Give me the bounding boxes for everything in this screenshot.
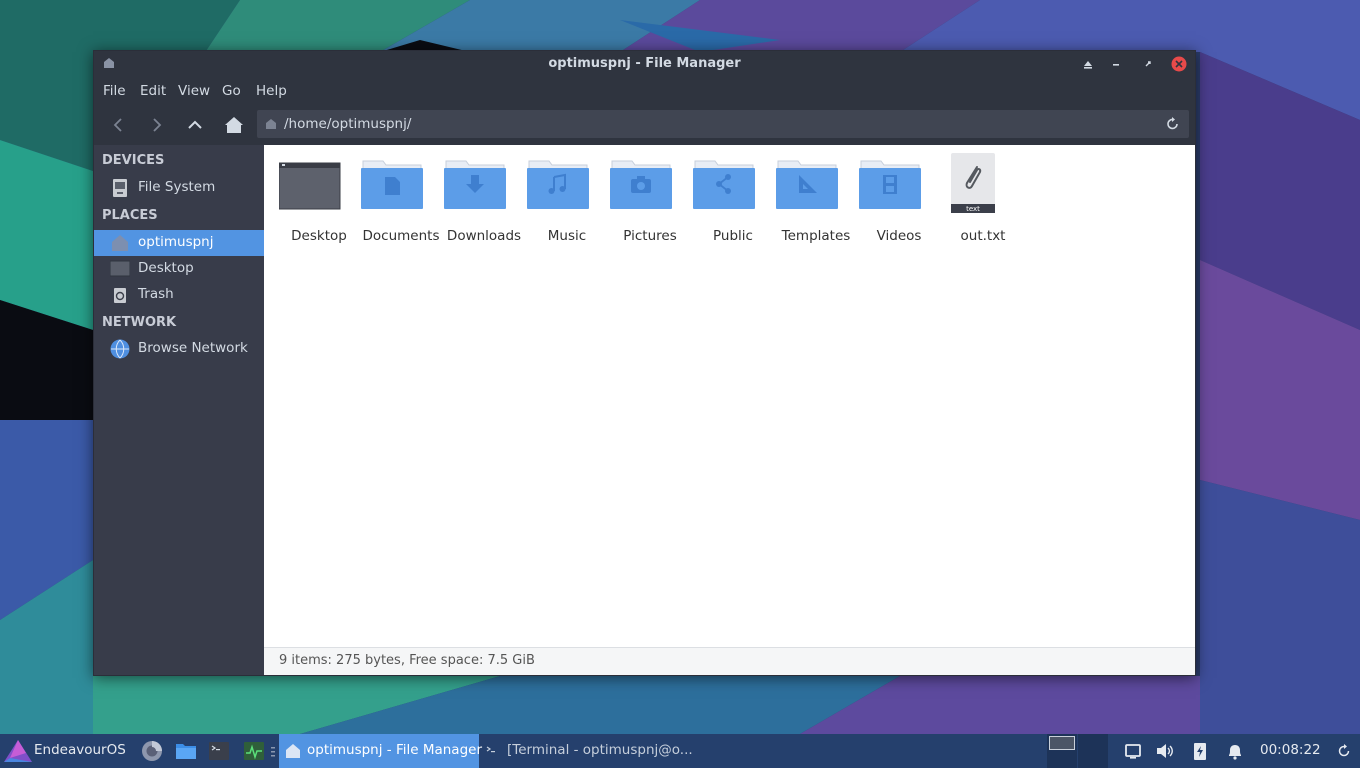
desktop: optimuspnj - File Manager File Edit View…: [0, 0, 1360, 768]
desktop-folder-icon: [279, 162, 341, 210]
file-badge: text: [966, 205, 980, 213]
menu-file[interactable]: File: [103, 83, 126, 99]
home-button[interactable]: [222, 114, 246, 136]
file-item-out-txt[interactable]: text out.txt: [943, 153, 1023, 244]
workspace-window-thumbnail: [1049, 736, 1075, 750]
sidebar: DEVICES File System PLACES optimuspnj De…: [94, 145, 264, 675]
task-terminal[interactable]: [Terminal - optimuspnj@o...: [479, 734, 693, 768]
location-bar[interactable]: /home/optimuspnj/: [257, 110, 1189, 138]
templates-folder-icon: [776, 160, 838, 209]
terminal-icon[interactable]: [208, 740, 230, 762]
text-file-icon: text: [951, 153, 995, 213]
file-item-public[interactable]: Public: [693, 153, 773, 244]
menu-help[interactable]: Help: [256, 83, 287, 99]
file-name: out.txt: [960, 228, 1006, 244]
eject-button[interactable]: [1079, 55, 1097, 73]
terminal-icon: [486, 746, 495, 753]
sidebar-header-places: PLACES: [102, 208, 158, 223]
display-icon[interactable]: [1123, 741, 1143, 761]
task-label: optimuspnj - File Manager: [307, 742, 482, 758]
sidebar-item-label: Browse Network: [138, 340, 248, 356]
sidebar-item-label: File System: [138, 179, 216, 195]
sidebar-item-desktop[interactable]: Desktop: [94, 256, 264, 282]
sidebar-item-label: Desktop: [138, 260, 194, 276]
file-item-music[interactable]: Music: [527, 153, 607, 244]
close-button[interactable]: [1170, 55, 1188, 73]
videos-folder-icon: [859, 160, 921, 209]
status-text: 9 items: 275 bytes, Free space: 7.5 GiB: [279, 653, 535, 668]
file-item-pictures[interactable]: Pictures: [610, 153, 690, 244]
task-file-manager[interactable]: optimuspnj - File Manager: [279, 734, 482, 768]
taskbar-separator: [271, 747, 275, 757]
sidebar-item-browse-network[interactable]: Browse Network: [94, 336, 264, 362]
file-item-downloads[interactable]: Downloads: [444, 153, 524, 244]
title-bar[interactable]: optimuspnj - File Manager: [94, 51, 1195, 77]
file-item-desktop[interactable]: Desktop: [279, 153, 359, 244]
up-button[interactable]: [183, 114, 207, 136]
sidebar-item-optimuspnj[interactable]: optimuspnj: [94, 230, 264, 256]
file-item-videos[interactable]: Videos: [859, 153, 939, 244]
volume-icon[interactable]: [1155, 741, 1175, 761]
public-folder-icon: [693, 160, 755, 209]
system-monitor-icon[interactable]: [243, 740, 265, 762]
endeavouros-logo-icon: [4, 740, 32, 762]
task-label: [Terminal - optimuspnj@o...: [507, 742, 693, 758]
maximize-button[interactable]: [1139, 55, 1157, 73]
file-manager-icon[interactable]: [175, 740, 197, 762]
reload-icon[interactable]: [1164, 115, 1182, 133]
location-path[interactable]: /home/optimuspnj/: [284, 116, 411, 132]
applications-menu-button[interactable]: EndeavourOS: [0, 734, 128, 768]
file-item-documents[interactable]: Documents: [361, 153, 441, 244]
applications-menu-label: EndeavourOS: [34, 742, 126, 758]
file-item-templates[interactable]: Templates: [776, 153, 856, 244]
pictures-folder-icon: [610, 160, 672, 209]
file-view[interactable]: Desktop Documents Downloads Music Pictur…: [264, 145, 1195, 647]
forward-button[interactable]: [144, 114, 168, 136]
sidebar-header-network: NETWORK: [102, 315, 177, 330]
clock[interactable]: 00:08:22: [1260, 742, 1321, 758]
sidebar-item-label: optimuspnj: [138, 234, 214, 250]
menu-edit[interactable]: Edit: [140, 83, 166, 99]
sidebar-item-file-system[interactable]: File System: [94, 175, 264, 201]
file-manager-window: optimuspnj - File Manager File Edit View…: [93, 50, 1196, 676]
downloads-folder-icon: [444, 160, 506, 209]
back-button[interactable]: [107, 114, 131, 136]
workspace-2[interactable]: [1078, 734, 1108, 768]
music-folder-icon: [527, 160, 589, 209]
toolbar: /home/optimuspnj/: [94, 105, 1195, 145]
window-title: optimuspnj - File Manager: [548, 56, 741, 71]
home-folder-icon: [112, 235, 128, 251]
desktop-folder-icon: [110, 260, 130, 277]
documents-folder-icon: [361, 160, 423, 209]
home-icon: [286, 744, 300, 758]
home-icon: [266, 119, 276, 129]
sidebar-item-trash[interactable]: Trash: [94, 282, 264, 308]
sidebar-header-devices: DEVICES: [102, 153, 165, 168]
network-globe-icon: [110, 339, 130, 359]
taskbar: EndeavourOS optimuspnj - File Manager [T…: [0, 734, 1360, 768]
drive-icon: [113, 179, 127, 197]
menu-bar: File Edit View Go Help: [94, 77, 1195, 105]
menu-view[interactable]: View: [178, 83, 210, 99]
trash-icon: [114, 288, 126, 303]
sidebar-item-label: Trash: [138, 286, 174, 302]
workspace-1[interactable]: [1047, 734, 1077, 768]
power-manager-icon[interactable]: [1190, 741, 1210, 761]
status-bar: 9 items: 275 bytes, Free space: 7.5 GiB: [264, 647, 1195, 675]
logout-icon[interactable]: [1335, 742, 1353, 760]
firefox-icon[interactable]: [141, 740, 163, 762]
menu-go[interactable]: Go: [222, 83, 241, 99]
workspace-pager[interactable]: [1047, 734, 1109, 768]
minimize-button[interactable]: [1107, 55, 1125, 73]
notification-bell-icon[interactable]: [1225, 741, 1245, 761]
